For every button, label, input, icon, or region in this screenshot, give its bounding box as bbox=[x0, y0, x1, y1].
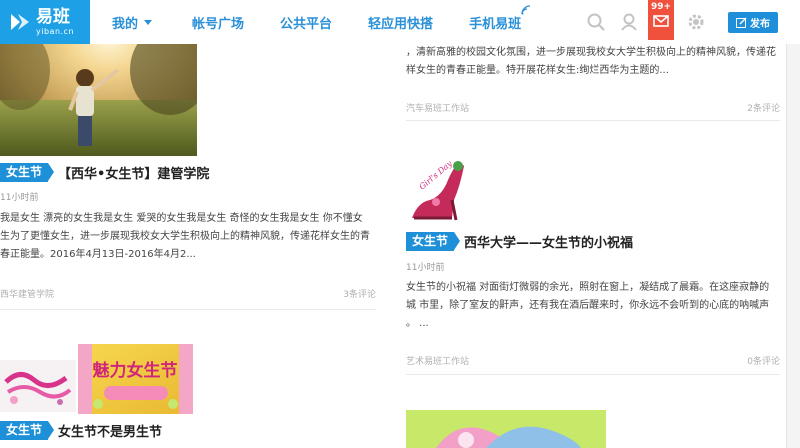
summary-line: 生为了更懂女生，进一步展现我校女大学生积极向上的精神风貌，传递花样女生的青 bbox=[0, 231, 370, 242]
logo-mark-icon bbox=[8, 10, 32, 34]
user-icon[interactable] bbox=[619, 12, 639, 32]
wifi-icon bbox=[521, 4, 531, 14]
post-source[interactable]: 汽车易班工作站 bbox=[406, 101, 469, 114]
logo-cn: 易班 bbox=[36, 6, 70, 27]
post-summary: ，清新高雅的校园文化氛围，进一步展现我校女大学生积极向上的精神风貌，传递花 样女… bbox=[406, 44, 780, 80]
post-image-charm-banner[interactable]: 魅力女生节 bbox=[78, 344, 193, 414]
gear-icon[interactable] bbox=[686, 12, 706, 32]
nav-account-square[interactable]: 帐号广场 bbox=[192, 13, 244, 32]
post-title-row: 女生节 西华大学——女生节的小祝福 bbox=[406, 232, 633, 251]
card-divider bbox=[406, 374, 780, 375]
post-title-row: 女生节 女生节不是男生节 bbox=[0, 421, 162, 440]
nav-label: 我的 bbox=[112, 16, 139, 32]
publish-button[interactable]: 发布 bbox=[728, 12, 778, 33]
summary-line: 样女生的青春正能量。特开展花样女生:绚烂西华为主题的... bbox=[406, 65, 669, 76]
summary-line: 女生节的小祝福 对面街灯微弱的余光，照射在窗上，凝结成了晨霜。在这座寂静的 bbox=[406, 282, 770, 293]
category-tag[interactable]: 女生节 bbox=[0, 163, 55, 182]
publish-label: 发布 bbox=[750, 19, 770, 30]
post-comments[interactable]: 2条评论 bbox=[747, 101, 780, 114]
site-logo[interactable]: 易班 yiban.cn bbox=[0, 0, 90, 44]
feed-column-left: 女生节 【西华•女生节】建管学院 11小时前 我是女生 漂亮的女生我是女生 爱哭… bbox=[0, 0, 376, 448]
post-summary: 我是女生 漂亮的女生我是女生 爱哭的女生我是女生 奇怪的女生我是女生 你不懂女 … bbox=[0, 210, 376, 264]
message-count-badge: 99+ bbox=[650, 2, 672, 12]
nav-label: 手机易班 bbox=[469, 16, 522, 32]
mail-icon bbox=[653, 15, 669, 27]
banner-text: 魅力女生节 bbox=[93, 360, 178, 381]
messages-button[interactable]: 99+ bbox=[648, 0, 674, 40]
summary-line: 城 市里，除了室友的鼾声，还有我在酒后醒来时，你永远不会听到的心底的呐喊声 bbox=[406, 300, 770, 311]
card-divider bbox=[0, 309, 376, 310]
post-title-row: 女生节 【西华•女生节】建管学院 bbox=[0, 163, 209, 182]
post-comments[interactable]: 0条评论 bbox=[747, 354, 780, 367]
post-title[interactable]: 【西华•女生节】建管学院 bbox=[58, 163, 209, 182]
nav-my[interactable]: 我的 bbox=[112, 13, 153, 32]
post-image-girls-day-shoe[interactable]: Girl's Day bbox=[408, 156, 468, 224]
post-image-next[interactable] bbox=[406, 410, 606, 448]
post-title[interactable]: 西华大学——女生节的小祝福 bbox=[464, 232, 633, 251]
summary-line: 春正能量。2016年4月13日-2016年4月2... bbox=[0, 249, 196, 260]
logo-text: 易班 yiban.cn bbox=[36, 6, 75, 36]
summary-line: 。 ... bbox=[406, 318, 429, 329]
post-time: 11小时前 bbox=[406, 263, 445, 273]
edit-icon bbox=[736, 17, 747, 28]
post-meta: 艺术易班工作站 0条评论 bbox=[406, 354, 780, 367]
nav-mobile[interactable]: 手机易班 bbox=[469, 4, 531, 32]
main-nav: 我的 帐号广场 公共平台 轻应用快搭 手机易班 bbox=[112, 0, 557, 44]
category-tag[interactable]: 女生节 bbox=[0, 421, 55, 440]
post-time: 11小时前 bbox=[0, 193, 39, 203]
logo-en: yiban.cn bbox=[36, 26, 75, 36]
summary-line: 我是女生 漂亮的女生我是女生 爱哭的女生我是女生 奇怪的女生我是女生 你不懂女 bbox=[0, 213, 363, 224]
post-source[interactable]: 艺术易班工作站 bbox=[406, 354, 469, 367]
page-scrollbar[interactable] bbox=[786, 0, 800, 448]
post-image-charm-logo[interactable] bbox=[0, 360, 76, 412]
top-header: 易班 yiban.cn 我的 帐号广场 公共平台 轻应用快搭 手机易班 99+ … bbox=[0, 0, 800, 44]
chevron-down-icon bbox=[144, 19, 153, 25]
nav-light-app[interactable]: 轻应用快搭 bbox=[368, 13, 433, 32]
search-icon[interactable] bbox=[586, 12, 606, 32]
category-tag[interactable]: 女生节 bbox=[406, 232, 461, 251]
nav-public-platform[interactable]: 公共平台 bbox=[280, 13, 332, 32]
post-source[interactable]: 西华建管学院 bbox=[0, 287, 54, 300]
feed-column-right: ，清新高雅的校园文化氛围，进一步展现我校女大学生积极向上的精神风貌，传递花 样女… bbox=[406, 0, 780, 448]
post-meta: 汽车易班工作站 2条评论 bbox=[406, 101, 780, 114]
post-summary: 女生节的小祝福 对面街灯微弱的余光，照射在窗上，凝结成了晨霜。在这座寂静的 城 … bbox=[406, 279, 780, 333]
summary-line: ，清新高雅的校园文化氛围，进一步展现我校女大学生积极向上的精神风貌，传递花 bbox=[406, 47, 776, 58]
post-meta: 西华建管学院 3条评论 bbox=[0, 287, 376, 300]
post-title[interactable]: 女生节不是男生节 bbox=[58, 421, 162, 440]
card-divider bbox=[406, 120, 780, 121]
post-comments[interactable]: 3条评论 bbox=[343, 287, 376, 300]
